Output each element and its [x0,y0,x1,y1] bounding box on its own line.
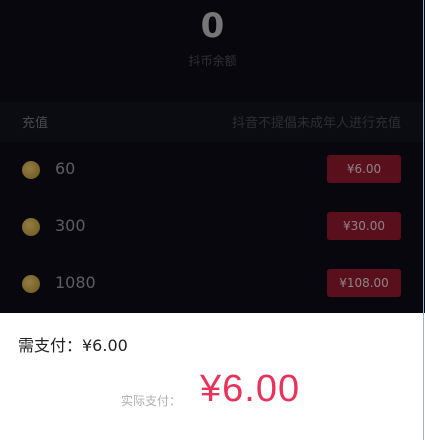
coin-icon [22,161,40,179]
edge-divider [423,0,424,440]
coin-amount: 60 [55,159,76,178]
recharge-panel: 0 抖币余额 充值 抖音不提倡未成年人进行充值 60 ¥6.00 300 ¥30… [0,0,425,313]
coin-amount: 300 [55,216,86,235]
recharge-option-row[interactable]: 1080 ¥108.00 [0,256,425,312]
coin-icon [22,275,40,293]
coin-amount: 1080 [55,273,96,292]
coin-balance-label: 抖币余额 [188,54,237,68]
need-pay-text: 需支付：¥6.00 [18,336,128,355]
payment-sheet: 需支付：¥6.00 实际支付： ¥6.00 [0,313,425,440]
price-button[interactable]: ¥108.00 [327,269,401,297]
recharge-title: 充值 [22,116,49,131]
minor-notice: 抖音不提倡未成年人进行充值 [231,116,401,131]
recharge-option-row[interactable]: 60 ¥6.00 [0,142,425,198]
coin-icon [22,218,40,236]
actual-pay-amount: ¥6.00 [200,368,301,410]
price-button[interactable]: ¥6.00 [327,155,401,183]
price-button[interactable]: ¥30.00 [327,212,401,240]
actual-pay-label: 实际支付： [121,394,182,408]
recharge-option-row[interactable]: 300 ¥30.00 [0,199,425,255]
coin-balance: 0 [200,6,225,46]
